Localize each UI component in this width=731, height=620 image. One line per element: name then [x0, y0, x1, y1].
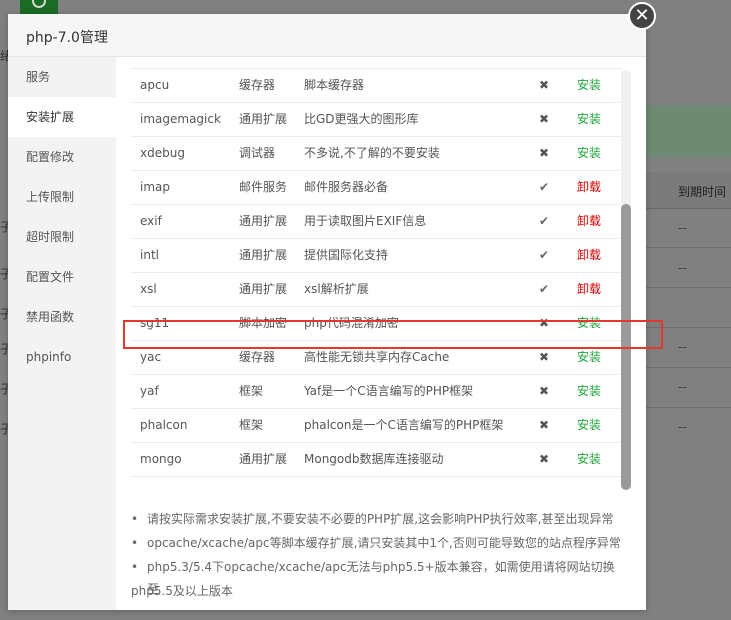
- bg-column-expiry: 到期时间: [678, 185, 727, 199]
- table-row-apcu: apcu 缓存器 脚本缓存器 ✖ 安装: [131, 69, 621, 103]
- extension-name: imap: [140, 180, 170, 194]
- uninstall-link[interactable]: 卸载: [577, 205, 601, 238]
- not-installed-x-icon: ✖: [538, 418, 550, 432]
- extension-type: 调试器: [239, 146, 276, 160]
- extension-name: exif: [140, 214, 162, 228]
- sidebar: 服务 安装扩展 配置修改 上传限制 超时限制 配置文件 禁用函数 phpinfo: [8, 57, 116, 610]
- extension-type: 框架: [239, 384, 264, 398]
- extension-name: imagemagick: [140, 112, 221, 126]
- extension-type: 通用扩展: [239, 452, 288, 466]
- extension-type: 通用扩展: [239, 282, 288, 296]
- table-row-intl: intl 通用扩展 提供国际化支持 ✔ 卸载: [131, 239, 621, 273]
- extension-type: 邮件服务: [239, 180, 288, 194]
- sidebar-item-service[interactable]: 服务: [8, 57, 116, 97]
- note-item: • 请按实际需求安装扩展,不要安装不必要的PHP扩展,这会影响PHP执行效率,甚…: [131, 508, 626, 530]
- table-row-imap: imap 邮件服务 邮件服务器必备 ✔ 卸载: [131, 171, 621, 205]
- not-installed-x-icon: ✖: [538, 78, 550, 92]
- table-row-imagemagick: imagemagick 通用扩展 比GD更强大的图形库 ✖ 安装: [131, 103, 621, 137]
- bg-divider: [646, 247, 731, 248]
- extension-description: 比GD更强大的图形库: [304, 112, 419, 126]
- bg-cell: --: [678, 420, 687, 434]
- not-installed-x-icon: ✖: [538, 146, 550, 160]
- extension-name: xsl: [140, 282, 157, 296]
- bg-notice-panel: [640, 105, 731, 157]
- sidebar-item-timeout-limit[interactable]: 超时限制: [8, 217, 116, 257]
- not-installed-x-icon: ✖: [538, 112, 550, 126]
- sidebar-item-config-edit[interactable]: 配置修改: [8, 137, 116, 177]
- close-icon: ✕: [634, 5, 650, 26]
- not-installed-x-icon: ✖: [538, 384, 550, 398]
- sidebar-item-disabled-functions[interactable]: 禁用函数: [8, 297, 116, 337]
- extension-description: 提供国际化支持: [304, 248, 389, 262]
- modal-title: php-7.0管理: [26, 30, 108, 46]
- bg-cell: --: [678, 340, 687, 354]
- install-link[interactable]: 安装: [577, 443, 601, 476]
- extension-name: mongo: [140, 452, 182, 466]
- installed-check-icon: ✔: [538, 180, 550, 194]
- extension-type: 通用扩展: [239, 112, 288, 126]
- extension-name: intl: [140, 248, 159, 262]
- bg-divider: [646, 367, 731, 368]
- table-row-exif: exif 通用扩展 用于读取图片EXIF信息 ✔ 卸载: [131, 205, 621, 239]
- close-button[interactable]: ✕: [628, 2, 656, 30]
- extension-type: 通用扩展: [239, 214, 288, 228]
- extension-description: 用于读取图片EXIF信息: [304, 214, 427, 228]
- table-row-xsl: xsl 通用扩展 xsl解析扩展 ✔ 卸载: [131, 273, 621, 307]
- table-row-xdebug: xdebug 调试器 不多说,不了解的不要安装 ✖ 安装: [131, 137, 621, 171]
- extension-name: yaf: [140, 384, 159, 398]
- bg-table-header: 到期时间: [646, 172, 731, 209]
- bullet-icon: •: [131, 536, 139, 550]
- installed-check-icon: ✔: [538, 282, 550, 296]
- table-row-yaf: yaf 框架 Yaf是一个C语言编写的PHP框架 ✖ 安装: [131, 375, 621, 409]
- bg-divider: [646, 407, 731, 408]
- note-text: 请按实际需求安装扩展,不要安装不必要的PHP扩展,这会影响PHP执行效率,甚至出…: [147, 512, 614, 526]
- extension-description: xsl解析扩展: [304, 282, 369, 296]
- table-row-mongo: mongo 通用扩展 Mongodb数据库连接驱动 ✖ 安装: [131, 443, 621, 477]
- extension-description: Yaf是一个C语言编写的PHP框架: [304, 384, 474, 398]
- extension-description: phalcon是一个C语言编写的PHP框架: [304, 418, 504, 432]
- extension-description: Mongodb数据库连接驱动: [304, 452, 444, 466]
- extension-name: phalcon: [140, 418, 188, 432]
- extension-type: 通用扩展: [239, 248, 288, 262]
- installed-check-icon: ✔: [538, 248, 550, 262]
- install-link[interactable]: 安装: [577, 409, 601, 442]
- note-text-continued: php5.5及以上版本: [131, 584, 233, 598]
- note-item: php5.5及以上版本: [131, 580, 626, 602]
- extension-description: 邮件服务器必备: [304, 180, 389, 194]
- sidebar-item-upload-limit[interactable]: 上传限制: [8, 177, 116, 217]
- sidebar-item-config-file[interactable]: 配置文件: [8, 257, 116, 297]
- install-link[interactable]: 安装: [577, 137, 601, 170]
- extension-description: 脚本缓存器: [304, 78, 365, 92]
- extension-description: 不多说,不了解的不要安装: [304, 146, 440, 160]
- install-link[interactable]: 安装: [577, 375, 601, 408]
- note-item: • opcache/xcache/apc等脚本缓存扩展,请只安装其中1个,否则可…: [131, 532, 626, 554]
- highlight-box: [123, 320, 663, 349]
- bg-divider: [646, 287, 731, 288]
- bg-cell: --: [678, 261, 687, 275]
- table-row-phalcon: phalcon 框架 phalcon是一个C语言编写的PHP框架 ✖ 安装: [131, 409, 621, 443]
- search-icon: [32, 0, 46, 8]
- bullet-icon: •: [131, 560, 139, 574]
- extension-name: apcu: [140, 78, 170, 92]
- table-row-partial: [131, 57, 621, 69]
- bg-cell: --: [678, 221, 687, 235]
- uninstall-link[interactable]: 卸载: [577, 171, 601, 204]
- sidebar-item-phpinfo[interactable]: phpinfo: [8, 337, 116, 377]
- installed-check-icon: ✔: [538, 214, 550, 228]
- install-link[interactable]: 安装: [577, 69, 601, 102]
- extension-name: xdebug: [140, 146, 185, 160]
- extensions-table: apcu 缓存器 脚本缓存器 ✖ 安装 imagemagick 通用扩展 比GD更强大的图形库…: [131, 57, 621, 490]
- install-link[interactable]: 安装: [577, 103, 601, 136]
- uninstall-link[interactable]: 卸载: [577, 239, 601, 272]
- bullet-icon: •: [131, 512, 139, 526]
- extension-type: 缓存器: [239, 78, 276, 92]
- note-text: opcache/xcache/apc等脚本缓存扩展,请只安装其中1个,否则可能导…: [147, 536, 621, 550]
- uninstall-link[interactable]: 卸载: [577, 273, 601, 306]
- modal-header: php-7.0管理: [8, 14, 646, 57]
- bg-cell: --: [678, 380, 687, 394]
- sidebar-item-install-extensions[interactable]: 安装扩展: [8, 97, 116, 137]
- not-installed-x-icon: ✖: [538, 452, 550, 466]
- extension-type: 框架: [239, 418, 264, 432]
